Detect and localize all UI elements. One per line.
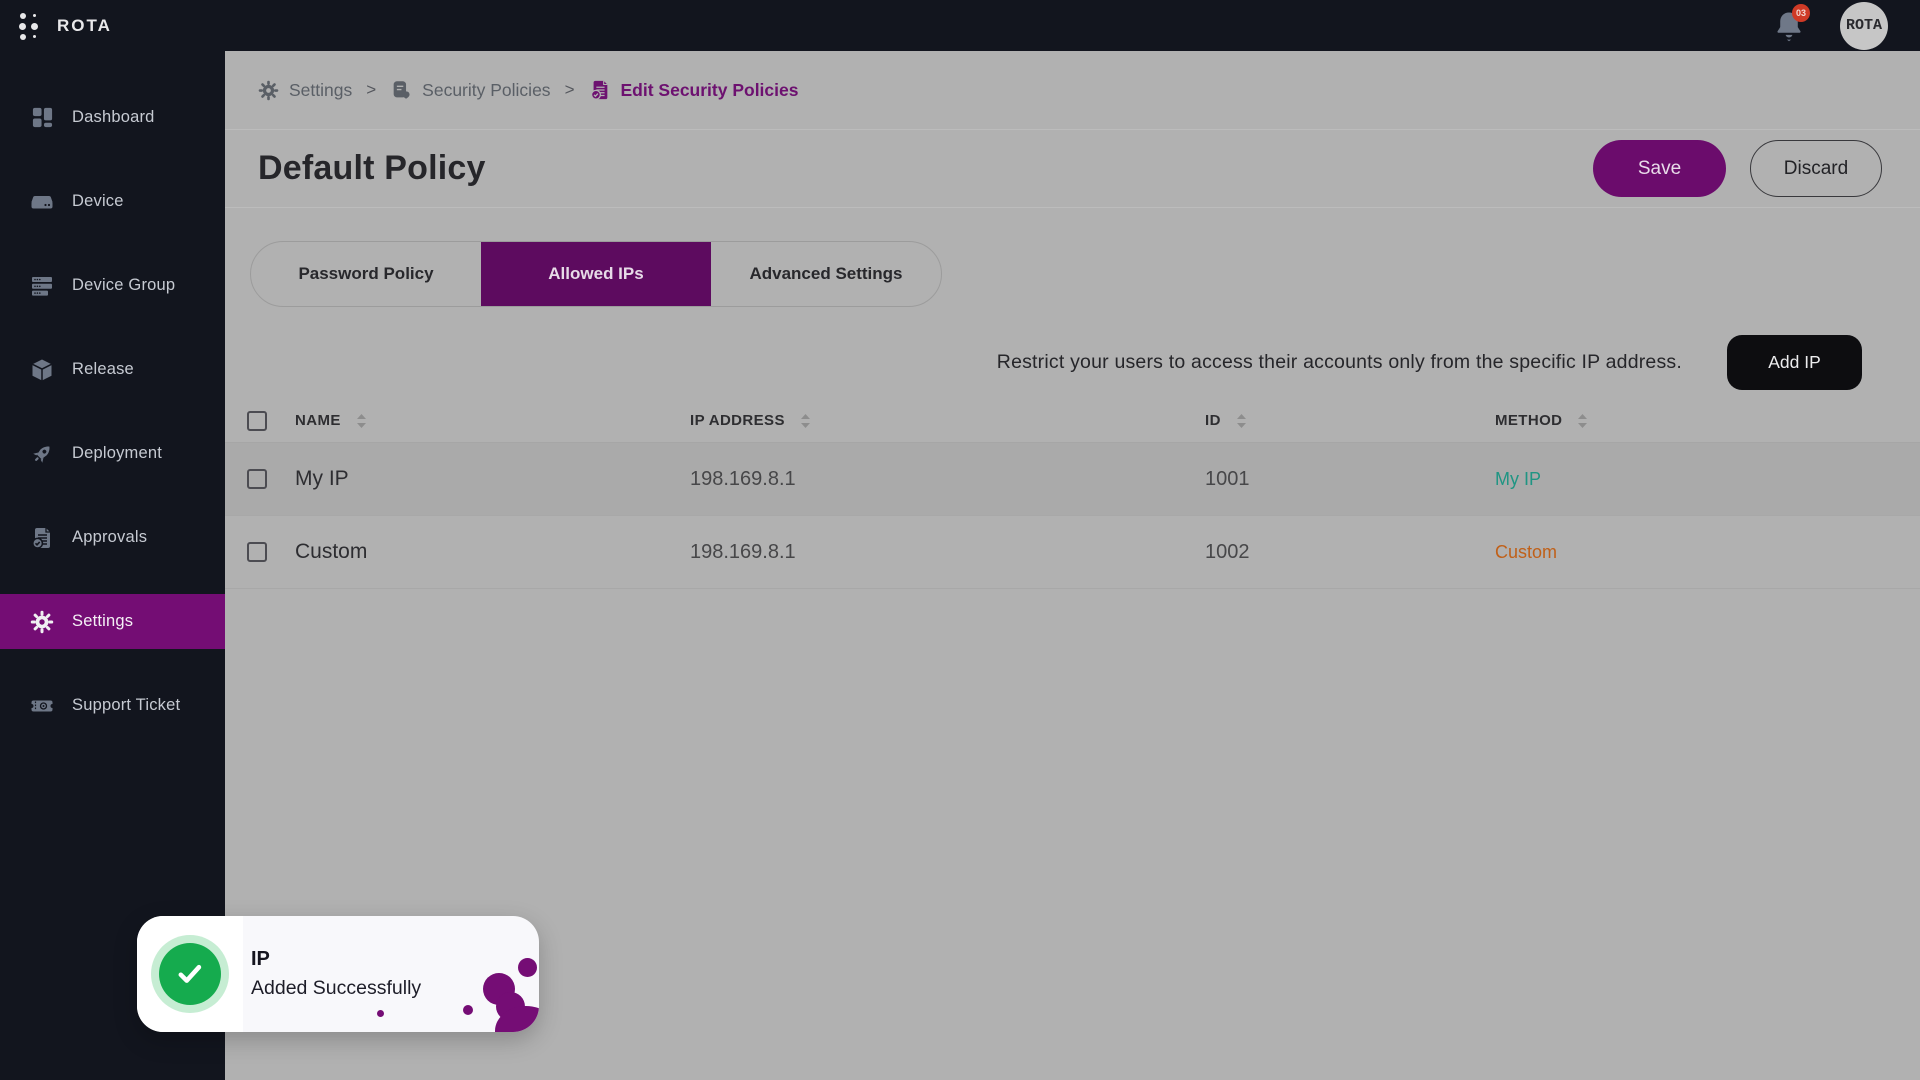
sidebar-item-support-ticket[interactable]: Support Ticket bbox=[0, 678, 225, 733]
breadcrumb-label: Security Policies bbox=[422, 80, 550, 101]
sidebar-item-label: Deployment bbox=[72, 444, 162, 463]
sidebar-item-label: Dashboard bbox=[72, 108, 155, 127]
support-ticket-icon bbox=[30, 694, 54, 718]
breadcrumb-security-policies[interactable]: Security Policies bbox=[390, 79, 550, 101]
breadcrumb: Settings > Security Policies > Edit Secu… bbox=[225, 51, 1920, 130]
table-row[interactable]: Custom 198.169.8.1 1002 Custom bbox=[225, 516, 1920, 589]
column-header-ip: IP ADDRESS bbox=[690, 412, 785, 429]
sort-icon[interactable] bbox=[799, 413, 812, 429]
device-icon bbox=[30, 190, 54, 214]
cell-name: Custom bbox=[295, 540, 690, 564]
top-bar: ROTA 03 ROTA bbox=[0, 0, 1920, 51]
sidebar-item-device-group[interactable]: Device Group bbox=[0, 258, 225, 313]
sidebar-item-label: Approvals bbox=[72, 528, 147, 547]
row-checkbox[interactable] bbox=[247, 542, 267, 562]
page-header: Default Policy Save Discard bbox=[225, 130, 1920, 208]
success-check-icon bbox=[151, 935, 229, 1013]
app-name: ROTA bbox=[57, 16, 112, 36]
notification-badge: 03 bbox=[1792, 4, 1810, 22]
sort-icon[interactable] bbox=[1576, 413, 1589, 429]
column-header-id: ID bbox=[1205, 412, 1221, 429]
cell-id: 1001 bbox=[1205, 468, 1495, 491]
avatar[interactable]: ROTA bbox=[1840, 2, 1888, 50]
security-policy-icon bbox=[390, 79, 412, 101]
discard-button[interactable]: Discard bbox=[1750, 140, 1882, 197]
sidebar-item-approvals[interactable]: Approvals bbox=[0, 510, 225, 565]
sidebar-item-label: Support Ticket bbox=[72, 696, 180, 715]
cell-id: 1002 bbox=[1205, 541, 1495, 564]
cell-ip-address: 198.169.8.1 bbox=[690, 541, 1205, 564]
sidebar-item-label: Release bbox=[72, 360, 134, 379]
column-header-method: METHOD bbox=[1495, 412, 1562, 429]
breadcrumb-separator: > bbox=[366, 80, 376, 100]
cell-name: My IP bbox=[295, 467, 690, 491]
logo-dots-icon bbox=[18, 11, 44, 41]
sidebar-item-label: Settings bbox=[72, 612, 133, 631]
success-toast: IP Added Successfully bbox=[137, 916, 539, 1032]
cell-method: My IP bbox=[1495, 469, 1920, 490]
breadcrumb-label: Settings bbox=[289, 80, 352, 101]
device-group-icon bbox=[30, 274, 54, 298]
table-row[interactable]: My IP 198.169.8.1 1001 My IP bbox=[225, 443, 1920, 516]
breadcrumb-settings[interactable]: Settings bbox=[258, 80, 352, 101]
sort-icon[interactable] bbox=[1235, 413, 1248, 429]
sidebar-item-label: Device bbox=[72, 192, 124, 211]
tab-advanced-settings[interactable]: Advanced Settings bbox=[711, 242, 941, 306]
sidebar-item-deployment[interactable]: Deployment bbox=[0, 426, 225, 481]
breadcrumb-label: Edit Security Policies bbox=[621, 80, 799, 101]
toast-message: Added Successfully bbox=[251, 977, 421, 1000]
dashboard-icon bbox=[30, 106, 54, 130]
add-ip-button[interactable]: Add IP bbox=[1727, 335, 1862, 390]
breadcrumb-edit-security-policies[interactable]: Edit Security Policies bbox=[589, 79, 799, 101]
column-header-name: NAME bbox=[295, 412, 341, 429]
restrict-description: Restrict your users to access their acco… bbox=[997, 351, 1682, 374]
gear-icon bbox=[258, 80, 279, 101]
save-button[interactable]: Save bbox=[1593, 140, 1726, 197]
sort-icon[interactable] bbox=[355, 413, 368, 429]
rocket-icon bbox=[30, 442, 54, 466]
sidebar-item-dashboard[interactable]: Dashboard bbox=[0, 90, 225, 145]
approvals-icon bbox=[30, 526, 54, 550]
notifications-button[interactable]: 03 bbox=[1772, 8, 1806, 44]
page-title: Default Policy bbox=[258, 149, 486, 188]
cell-method: Custom bbox=[1495, 542, 1920, 563]
sidebar-item-release[interactable]: Release bbox=[0, 342, 225, 397]
cell-ip-address: 198.169.8.1 bbox=[690, 468, 1205, 491]
row-checkbox[interactable] bbox=[247, 469, 267, 489]
policy-tabs: Password Policy Allowed IPs Advanced Set… bbox=[250, 241, 942, 307]
tab-password-policy[interactable]: Password Policy bbox=[251, 242, 481, 306]
breadcrumb-separator: > bbox=[565, 80, 575, 100]
sidebar-item-label: Device Group bbox=[72, 276, 175, 295]
tab-allowed-ips[interactable]: Allowed IPs bbox=[481, 242, 711, 306]
release-cube-icon bbox=[30, 358, 54, 382]
app-logo[interactable]: ROTA bbox=[0, 11, 112, 41]
toast-icon-area bbox=[137, 916, 243, 1032]
toast-title: IP bbox=[251, 948, 421, 971]
select-all-checkbox[interactable] bbox=[247, 411, 267, 431]
allowed-ips-toolbar: Restrict your users to access their acco… bbox=[225, 335, 1920, 390]
sidebar-item-device[interactable]: Device bbox=[0, 174, 225, 229]
edit-policy-icon bbox=[589, 79, 611, 101]
sidebar-item-settings[interactable]: Settings bbox=[0, 594, 225, 649]
allowed-ips-table: NAME IP ADDRESS ID METHOD My IP 198. bbox=[225, 399, 1920, 589]
gear-icon bbox=[30, 610, 54, 634]
table-header: NAME IP ADDRESS ID METHOD bbox=[225, 399, 1920, 443]
